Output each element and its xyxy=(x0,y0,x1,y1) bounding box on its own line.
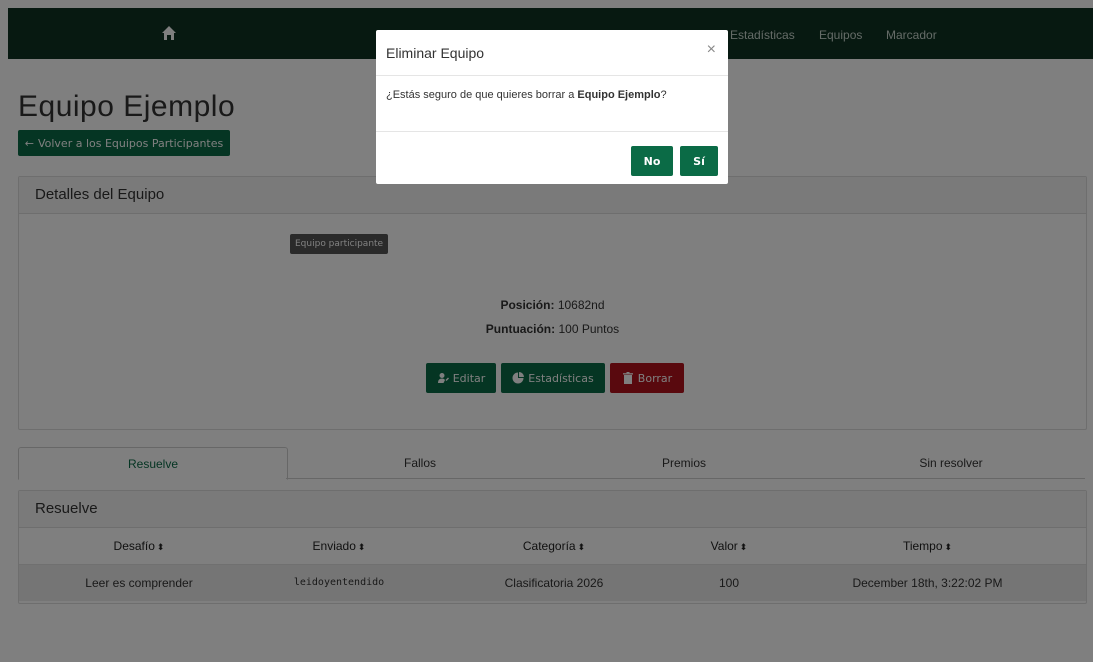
confirm-suffix: ? xyxy=(660,89,667,101)
confirm-team-name: Equipo Ejemplo xyxy=(577,89,661,101)
yes-button[interactable]: Sí xyxy=(680,146,718,176)
modal-title: Eliminar Equipo xyxy=(386,45,485,61)
modal-footer: No Sí xyxy=(376,132,728,185)
close-icon[interactable]: × xyxy=(707,42,716,58)
modal-body: ¿Estás seguro de que quieres borrar a Eq… xyxy=(376,76,728,132)
delete-team-modal: Eliminar Equipo × ¿Estás seguro de que q… xyxy=(376,30,728,184)
no-button[interactable]: No xyxy=(631,146,673,176)
confirm-message: ¿Estás seguro de que quieres borrar a Eq… xyxy=(386,89,667,101)
confirm-text: ¿Estás seguro de que quieres borrar a xyxy=(386,89,575,101)
modal-header: Eliminar Equipo × xyxy=(376,30,728,76)
